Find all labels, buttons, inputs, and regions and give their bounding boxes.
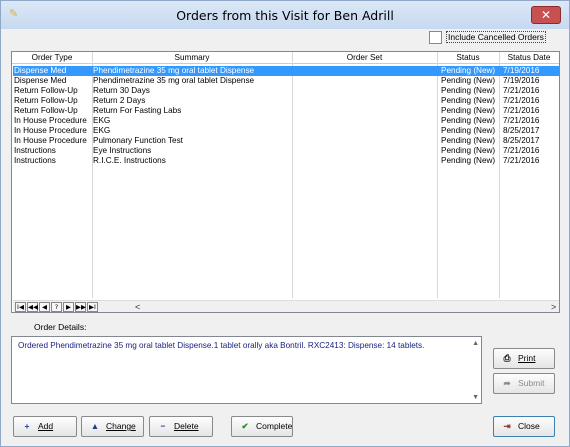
cell-status-date: 7/21/2016 [503, 156, 540, 165]
cell-order-type: In House Procedure [14, 136, 87, 145]
scroll-right-arrow-icon[interactable]: > [551, 301, 556, 313]
cell-status-date: 7/21/2016 [503, 116, 540, 125]
cell-status: Pending (New) [441, 146, 496, 155]
cell-order-type: Instructions [14, 156, 56, 165]
cell-summary: Phendimetrazine 35 mg oral tablet Dispen… [93, 76, 255, 85]
col-status-date[interactable]: Status Date [499, 53, 559, 62]
cell-order-type: In House Procedure [14, 126, 87, 135]
cell-order-type: Return Follow-Up [14, 106, 78, 115]
cell-status: Pending (New) [441, 86, 496, 95]
window-close-button[interactable]: ✕ [531, 6, 561, 24]
cell-order-type: Instructions [14, 146, 56, 155]
cell-status-date: 7/21/2016 [503, 96, 540, 105]
table-row[interactable]: In House Procedure Pulmonary Function Tes… [13, 136, 559, 146]
nav-first-button[interactable]: I◀ [15, 302, 26, 312]
scroll-down-icon[interactable]: ▼ [472, 394, 479, 401]
table-row[interactable]: In House Procedure EKG Pending (New) 8/25/2… [13, 126, 559, 136]
scroll-left-arrow-icon[interactable]: < [135, 301, 140, 313]
cell-status: Pending (New) [441, 156, 496, 165]
cell-summary: EKG [93, 126, 111, 135]
table-row[interactable]: Instructions R.I.C.E. Instructions Pending… [13, 156, 559, 166]
order-details-text: Ordered Phendimetrazine 35 mg oral table… [18, 341, 425, 350]
cell-status-date: 7/21/2016 [503, 106, 540, 115]
complete-button[interactable]: ✔ Complete [231, 416, 293, 437]
include-cancelled-checkbox[interactable] [429, 31, 442, 44]
close-button[interactable]: ⇥ Close [493, 416, 555, 437]
cell-order-type: Return Follow-Up [14, 96, 78, 105]
grid-header: Order Type Summary Order Set Status Stat… [12, 52, 559, 64]
change-button[interactable]: ▲ Change [81, 416, 144, 437]
checkmark-icon: ✔ [241, 421, 249, 431]
cell-status: Pending (New) [441, 126, 496, 135]
printer-icon: ⎙ [503, 353, 511, 363]
cell-status-date: 7/21/2016 [503, 146, 540, 155]
table-row[interactable]: Return Follow-Up Return For Fasting Labs P… [13, 106, 559, 116]
cell-status: Pending (New) [441, 136, 496, 145]
window-title: Orders from this Visit for Ben Adrill [176, 8, 394, 23]
cell-status: Pending (New) [441, 76, 496, 85]
add-button[interactable]: + Add [13, 416, 77, 437]
forward-arrow-icon: ➦ [503, 378, 511, 388]
nav-prior-page-button[interactable]: ◀◀ [27, 302, 38, 312]
delete-button[interactable]: − Delete [149, 416, 213, 437]
cell-summary: Pulmonary Function Test [93, 136, 183, 145]
table-row[interactable]: Dispense Med Phendimetrazine 35 mg oral t… [13, 76, 559, 86]
nav-help-button[interactable]: ? [51, 302, 62, 312]
nav-last-button[interactable]: ▶I [87, 302, 98, 312]
cell-status: Pending (New) [441, 116, 496, 125]
nav-next-page-button[interactable]: ▶▶ [75, 302, 86, 312]
cell-status-date: 7/21/2016 [503, 86, 540, 95]
print-button[interactable]: ⎙ Print [493, 348, 555, 369]
plus-icon: + [24, 421, 30, 431]
orders-grid: Order Type Summary Order Set Status Stat… [11, 51, 560, 313]
grid-navigator: I◀ ◀◀ ◀ ? ▶ ▶▶ ▶I < > [13, 300, 559, 312]
cell-summary: Phendimetrazine 35 mg oral tablet Dispen… [93, 66, 255, 75]
col-order-type[interactable]: Order Type [12, 53, 92, 62]
order-details-label: Order Details: [34, 322, 87, 332]
order-details-box[interactable]: Ordered Phendimetrazine 35 mg oral table… [11, 336, 482, 404]
triangle-icon: ▲ [90, 421, 100, 431]
table-row[interactable]: Instructions Eye Instructions Pending (New… [13, 146, 559, 156]
cell-status-date: 8/25/2017 [503, 136, 540, 145]
cell-order-type: Dispense Med [14, 76, 67, 85]
submit-button[interactable]: ➦ Submit [493, 373, 555, 394]
cell-summary: EKG [93, 116, 111, 125]
nav-prior-button[interactable]: ◀ [39, 302, 50, 312]
table-row[interactable]: Dispense Med Phendimetrazine 35 mg oral t… [13, 66, 559, 76]
orders-dialog: ✎ Orders from this Visit for Ben Adrill … [0, 0, 570, 447]
cell-summary: Return 2 Days [93, 96, 146, 105]
cell-summary: Eye Instructions [93, 146, 152, 155]
col-status[interactable]: Status [437, 53, 499, 62]
col-order-set[interactable]: Order Set [292, 53, 437, 62]
exit-door-icon: ⇥ [503, 421, 511, 431]
table-row[interactable]: Return Follow-Up Return 2 Days Pending (Ne… [13, 96, 559, 106]
cell-order-type: In House Procedure [14, 116, 87, 125]
col-summary[interactable]: Summary [92, 53, 292, 62]
table-row[interactable]: In House Procedure EKG Pending (New) 7/21/2… [13, 116, 559, 126]
cell-summary: R.I.C.E. Instructions [93, 156, 166, 165]
cell-status: Pending (New) [441, 106, 496, 115]
cell-status-date: 8/25/2017 [503, 126, 540, 135]
minus-icon: − [160, 421, 166, 431]
cell-status: Pending (New) [441, 66, 496, 75]
cell-status: Pending (New) [441, 96, 496, 105]
nav-next-button[interactable]: ▶ [63, 302, 74, 312]
cell-order-type: Dispense Med [14, 66, 67, 75]
cell-status-date: 7/19/2016 [503, 76, 540, 85]
include-cancelled-label[interactable]: Include Cancelled Orders [446, 31, 546, 43]
table-row[interactable]: Return Follow-Up Return 30 Days Pending (N… [13, 86, 559, 96]
cell-status-date: 7/19/2016 [503, 66, 540, 75]
title-bar: ✎ Orders from this Visit for Ben Adrill … [1, 1, 569, 29]
scroll-up-icon[interactable]: ▲ [472, 340, 479, 347]
cell-summary: Return 30 Days [93, 86, 150, 95]
cell-order-type: Return Follow-Up [14, 86, 78, 95]
cell-summary: Return For Fasting Labs [93, 106, 182, 115]
